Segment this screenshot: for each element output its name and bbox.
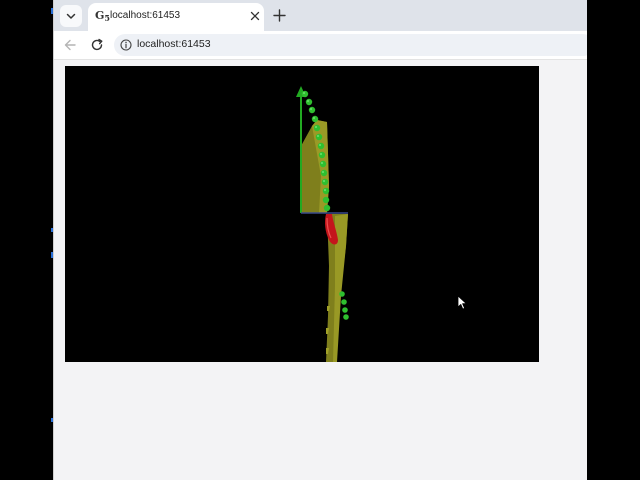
sphere bbox=[343, 314, 349, 320]
sphere bbox=[308, 106, 316, 114]
close-tab-button[interactable] bbox=[248, 9, 262, 23]
reload-icon bbox=[91, 38, 103, 51]
tab-title: localhost:61453 bbox=[110, 10, 181, 21]
browser-toolbar: localhost:61453 bbox=[54, 31, 587, 60]
sphere bbox=[342, 307, 348, 313]
sphere bbox=[317, 142, 325, 150]
close-icon bbox=[250, 11, 260, 21]
info-icon bbox=[120, 39, 132, 51]
favicon: G5 bbox=[95, 9, 110, 25]
sphere bbox=[319, 160, 327, 168]
browser-window: G5 localhost:61453 localhost:61453 bbox=[54, 0, 587, 480]
sphere bbox=[301, 90, 309, 98]
reload-button[interactable] bbox=[89, 37, 105, 53]
tab-strip: G5 localhost:61453 bbox=[54, 0, 587, 31]
sphere bbox=[305, 98, 313, 106]
desktop-left-edge bbox=[0, 0, 54, 480]
sphere bbox=[322, 187, 330, 195]
url-text: localhost:61453 bbox=[137, 38, 211, 50]
3d-scene bbox=[65, 66, 539, 362]
tab-active[interactable]: G5 localhost:61453 bbox=[88, 3, 264, 31]
webgl-canvas[interactable] bbox=[65, 66, 539, 362]
sphere bbox=[339, 291, 345, 297]
sphere bbox=[318, 151, 326, 159]
favicon-letter: G bbox=[95, 9, 105, 22]
sphere bbox=[320, 169, 328, 177]
chevron-down-icon bbox=[66, 13, 76, 19]
page-content bbox=[54, 60, 587, 480]
sphere bbox=[313, 124, 321, 132]
mouse-cursor-icon bbox=[457, 295, 467, 310]
tab-list-button[interactable] bbox=[60, 5, 82, 27]
sphere bbox=[311, 115, 319, 123]
sphere bbox=[321, 178, 329, 186]
address-bar[interactable]: localhost:61453 bbox=[114, 34, 587, 56]
sphere bbox=[315, 133, 323, 141]
site-info-button[interactable] bbox=[119, 38, 133, 52]
screen: G5 localhost:61453 localhost:61453 bbox=[0, 0, 640, 480]
sphere bbox=[341, 299, 347, 305]
back-button[interactable] bbox=[62, 37, 78, 53]
sphere bbox=[323, 204, 331, 212]
arrow-left-icon bbox=[64, 39, 76, 51]
new-tab-button[interactable] bbox=[270, 6, 288, 24]
plus-icon bbox=[272, 8, 286, 22]
sphere bbox=[322, 196, 330, 204]
